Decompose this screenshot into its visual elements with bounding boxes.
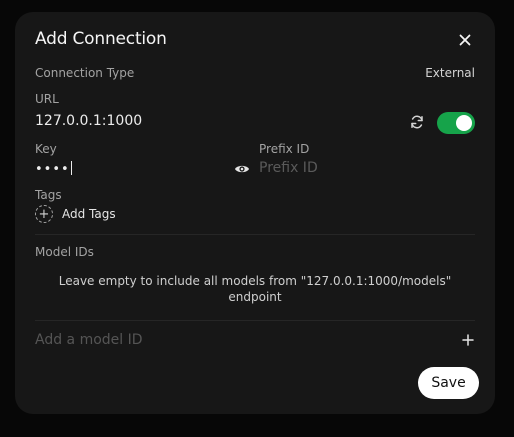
toggle-knob	[456, 115, 472, 131]
model-ids-label: Model IDs	[35, 245, 94, 259]
add-tags-label: Add Tags	[62, 207, 116, 221]
eye-icon	[235, 165, 249, 173]
add-tags-button[interactable]: + Add Tags	[35, 205, 116, 223]
modal-title: Add Connection	[35, 29, 167, 49]
prefix-id-label: Prefix ID	[259, 142, 310, 156]
model-ids-help-text: Leave empty to include all models from "…	[58, 274, 452, 304]
verify-connection-button[interactable]	[409, 114, 425, 130]
url-input[interactable]: 127.0.0.1:1000	[35, 113, 142, 129]
url-enabled-toggle[interactable]	[437, 112, 475, 134]
model-id-input[interactable]: Add a model ID	[35, 332, 435, 348]
save-button[interactable]: Save	[418, 367, 479, 399]
close-icon	[459, 34, 471, 46]
add-model-button[interactable]	[461, 332, 475, 346]
url-label: URL	[35, 92, 59, 106]
prefix-id-input[interactable]: Prefix ID	[259, 160, 459, 176]
show-key-button[interactable]	[234, 161, 250, 177]
refresh-icon	[411, 115, 423, 129]
plus-circle-icon: +	[35, 205, 53, 223]
plus-icon	[462, 334, 474, 346]
add-connection-modal: Add Connection Connection Type External …	[15, 12, 495, 414]
text-caret	[70, 161, 72, 175]
key-input[interactable]: ••••	[35, 161, 225, 177]
close-button[interactable]	[455, 30, 475, 50]
connection-type-value[interactable]: External	[395, 66, 475, 80]
tags-label: Tags	[35, 188, 62, 202]
divider	[35, 320, 475, 321]
divider	[35, 234, 475, 235]
key-label: Key	[35, 142, 57, 156]
key-value: ••••	[35, 162, 70, 177]
connection-type-label: Connection Type	[35, 66, 135, 80]
